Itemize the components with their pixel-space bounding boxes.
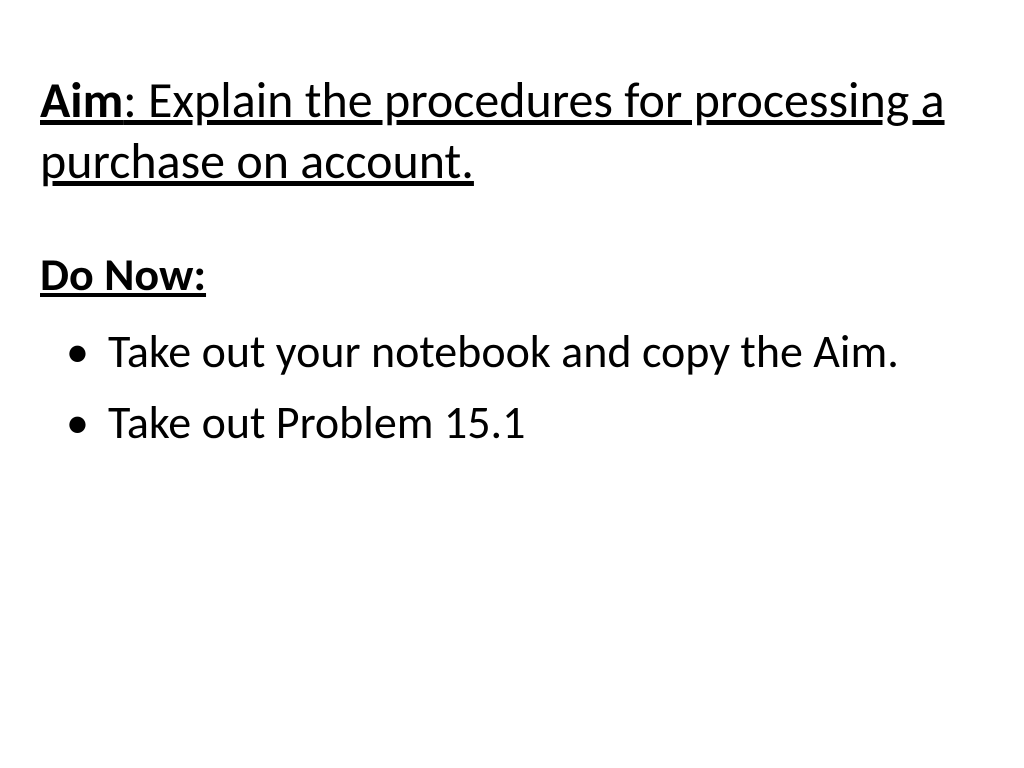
title-label-bold: Aim bbox=[40, 70, 123, 131]
do-now-list: Take out your notebook and copy the Aim.… bbox=[40, 323, 984, 453]
list-item: Take out your notebook and copy the Aim. bbox=[40, 323, 984, 382]
slide-title: Aim: Explain the procedures for processi… bbox=[40, 70, 984, 192]
do-now-heading: Do Now: bbox=[40, 247, 984, 303]
list-item: Take out Problem 15.1 bbox=[40, 394, 984, 453]
title-label-rest: : Explain the procedures for processing … bbox=[40, 70, 945, 192]
